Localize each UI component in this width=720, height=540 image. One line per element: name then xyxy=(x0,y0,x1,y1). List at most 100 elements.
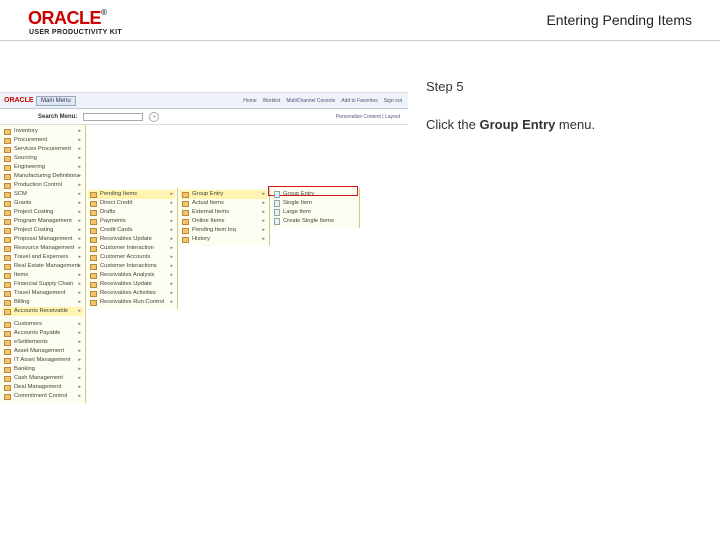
menu-item[interactable]: Customer Accounts▸ xyxy=(88,253,175,262)
menu-item[interactable]: Commitment Control▸ xyxy=(2,392,83,401)
folder-icon xyxy=(4,322,11,328)
nav-console[interactable]: MultiChannel Console xyxy=(286,98,335,104)
folder-icon xyxy=(90,201,97,207)
menu-item[interactable]: Pending Item Inq▸ xyxy=(180,226,267,235)
menu-item-label: Customer Interactions xyxy=(100,262,157,271)
menu-col-4: Group EntrySingle ItemLarge ItemCreate S… xyxy=(270,188,360,228)
menu-item[interactable]: Inventory▸ xyxy=(2,127,83,136)
chevron-right-icon: ▸ xyxy=(78,190,81,199)
folder-icon xyxy=(4,349,11,355)
nav-links: Home Worklist MultiChannel Console Add t… xyxy=(243,98,402,104)
menu-item[interactable]: Banking▸ xyxy=(2,365,83,374)
folder-icon xyxy=(4,340,11,346)
menu-item[interactable]: Travel and Expenses▸ xyxy=(2,253,83,262)
menu-item-label: Sourcing xyxy=(14,154,37,163)
menu-item[interactable]: Direct Credit▸ xyxy=(88,199,175,208)
menu-item[interactable]: SCM ▸ xyxy=(2,190,83,199)
menu-item[interactable]: Cash Management▸ xyxy=(2,374,83,383)
folder-icon xyxy=(4,255,11,261)
folder-icon xyxy=(4,291,11,297)
menu-item[interactable]: Production Control▸ xyxy=(2,181,83,190)
menu-item[interactable]: Receivables Analysis▸ xyxy=(88,271,175,280)
folder-icon xyxy=(90,192,97,198)
menu-item[interactable]: Single Item xyxy=(272,199,357,208)
chevron-right-icon: ▸ xyxy=(78,262,81,271)
menu-item-label: Customer Interaction xyxy=(100,244,154,253)
menu-item[interactable]: Deal Management▸ xyxy=(2,383,83,392)
menu-item[interactable]: Proposal Management▸ xyxy=(2,235,83,244)
menu-item-label: Asset Management xyxy=(14,347,64,356)
main-menu-button[interactable]: Main Menu xyxy=(36,96,76,106)
menu-item[interactable]: Payments▸ xyxy=(88,217,175,226)
nav-home[interactable]: Home xyxy=(243,98,256,104)
menu-item[interactable]: Project Costing▸ xyxy=(2,226,83,235)
menu-item[interactable]: Services Procurement▸ xyxy=(2,145,83,154)
instr-post: menu. xyxy=(555,117,595,132)
nav-signout[interactable]: Sign out xyxy=(384,98,402,104)
menu-item[interactable]: Asset Management▸ xyxy=(2,347,83,356)
content: ORACLE Main Menu Home Worklist MultiChan… xyxy=(0,41,720,403)
nav-fav[interactable]: Add to Favorites xyxy=(341,98,377,104)
logo-text: ORACLE xyxy=(28,8,101,28)
nav-worklist[interactable]: Worklist xyxy=(263,98,281,104)
menu-item[interactable]: External Items▸ xyxy=(180,208,267,217)
menu-item[interactable]: Customer Interaction▸ xyxy=(88,244,175,253)
menu-item[interactable]: IT Asset Management▸ xyxy=(2,356,83,365)
folder-icon xyxy=(182,201,189,207)
document-icon xyxy=(274,209,280,216)
menu-item[interactable]: Engineering▸ xyxy=(2,163,83,172)
menu-item[interactable]: Drafts▸ xyxy=(88,208,175,217)
menu-item-label: SCM xyxy=(14,190,27,199)
chevron-right-icon: ▸ xyxy=(170,253,173,262)
menu-item[interactable]: Real Estate Management▸ xyxy=(2,262,83,271)
menu-item[interactable]: Manufacturing Definitions▸ xyxy=(2,172,83,181)
search-go-icon[interactable]: » xyxy=(149,112,159,122)
menu-item[interactable]: Customers▸ xyxy=(2,320,83,329)
menu-item-label: Project Costing xyxy=(14,208,53,217)
menu-item[interactable]: Receivables Activities▸ xyxy=(88,289,175,298)
menu-item-label: Pending Item Inq xyxy=(192,226,236,235)
menu-item[interactable]: Receivables Update▸ xyxy=(88,280,175,289)
menu-item[interactable]: Billing▸ xyxy=(2,298,83,307)
menu-item[interactable]: Receivables Update▸ xyxy=(88,235,175,244)
menu-item[interactable]: Procurement▸ xyxy=(2,136,83,145)
menu-item[interactable]: Accounts Payable▸ xyxy=(2,329,83,338)
menu-item[interactable]: Group Entry xyxy=(272,190,357,199)
menu-item-label: Inventory xyxy=(14,127,38,136)
menu-item[interactable]: eSettlements▸ xyxy=(2,338,83,347)
search-input[interactable] xyxy=(83,113,143,121)
menu-item[interactable]: Financial Supply Chain▸ xyxy=(2,280,83,289)
menu-item[interactable]: Create Single Items xyxy=(272,217,357,226)
folder-icon xyxy=(4,201,11,207)
folder-icon xyxy=(182,210,189,216)
menu-item[interactable]: Travel Management▸ xyxy=(2,289,83,298)
chevron-right-icon: ▸ xyxy=(262,217,265,226)
ps-top-bar xyxy=(0,79,408,93)
menu-item[interactable]: Credit Cards▸ xyxy=(88,226,175,235)
folder-icon xyxy=(90,300,97,306)
menu-item-label: Financial Supply Chain xyxy=(14,280,73,289)
ps-nav: ORACLE Main Menu Home Worklist MultiChan… xyxy=(0,93,408,109)
menu-item[interactable]: Large Item xyxy=(272,208,357,217)
menu-item[interactable]: Items▸ xyxy=(2,271,83,280)
menu-item[interactable]: Pending Items▸ xyxy=(88,190,175,199)
menu-item[interactable]: Program Management▸ xyxy=(2,217,83,226)
menu-item[interactable]: Online Items▸ xyxy=(180,217,267,226)
menu-item[interactable]: Grants▸ xyxy=(2,199,83,208)
search-label: Search Menu: xyxy=(38,114,77,120)
chevron-right-icon: ▸ xyxy=(170,199,173,208)
menu-item[interactable]: Customer Interactions▸ xyxy=(88,262,175,271)
chevron-right-icon: ▸ xyxy=(78,226,81,235)
menu-columns: Inventory▸Procurement▸Services Procureme… xyxy=(0,125,408,318)
menu-item[interactable]: Group Entry▸ xyxy=(180,190,267,199)
menu-item[interactable]: Project Costing▸ xyxy=(2,208,83,217)
menu-item[interactable]: Resource Management▸ xyxy=(2,244,83,253)
menu-item[interactable]: Accounts Receivable▸ xyxy=(2,307,83,316)
menu-item-label: Deal Management xyxy=(14,383,61,392)
menu-item[interactable]: Receivables Run Control▸ xyxy=(88,298,175,307)
menu-item[interactable]: Actual Items▸ xyxy=(180,199,267,208)
menu-item[interactable]: History▸ xyxy=(180,235,267,244)
menu-item[interactable]: Sourcing▸ xyxy=(2,154,83,163)
menu-item-label: Items xyxy=(14,271,28,280)
personalize-link[interactable]: Personalize Content | Layout xyxy=(336,114,400,120)
